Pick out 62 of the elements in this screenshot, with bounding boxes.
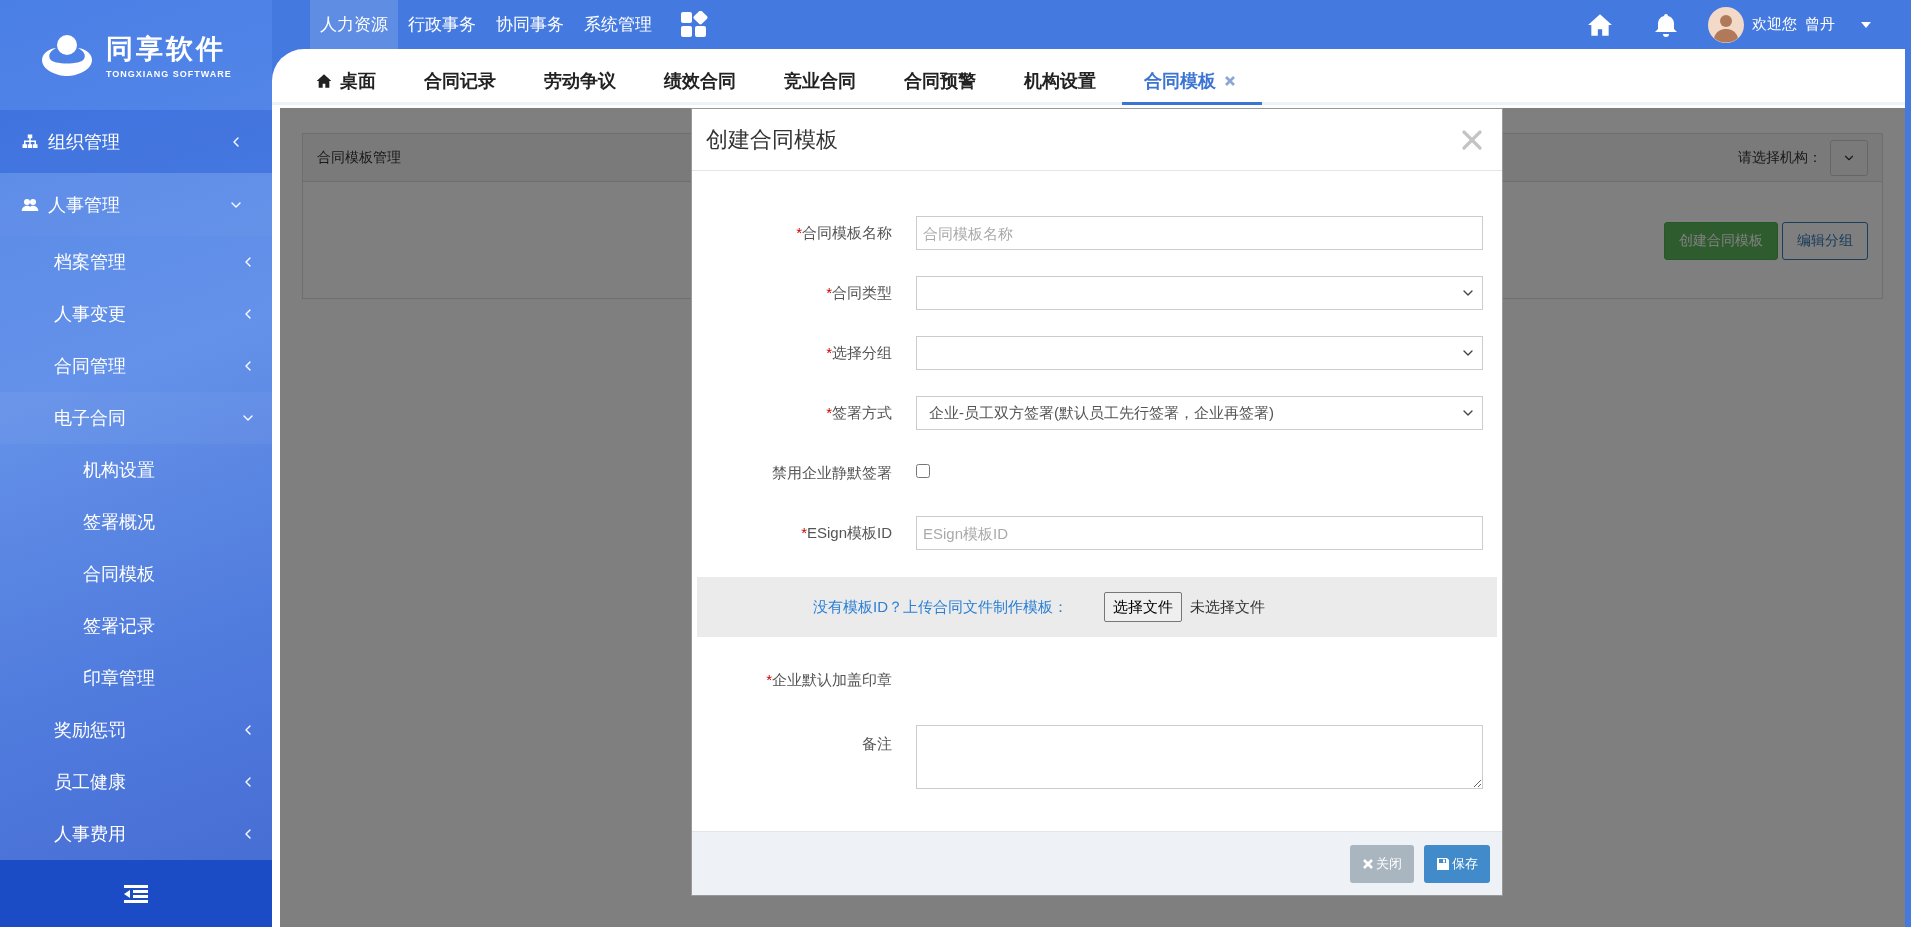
avatar (1708, 6, 1744, 43)
checkbox[interactable] (916, 464, 930, 478)
top-nav-item[interactable]: 系统管理 (574, 0, 662, 49)
sidebar-subitem[interactable]: 合同管理 (0, 340, 272, 392)
select-field[interactable] (916, 336, 1483, 370)
collapse-menu-icon (124, 883, 148, 904)
tab[interactable]: 竞业合同 (762, 52, 882, 105)
org-chart-icon (20, 132, 40, 151)
tab[interactable]: 绩效合同 (642, 52, 762, 105)
x-icon (1362, 857, 1374, 870)
home-icon (316, 73, 332, 89)
logo-name: 同享软件 (106, 33, 227, 66)
sidebar-leaf-item[interactable]: 机构设置 (0, 444, 272, 496)
sidebar-leaf-item[interactable]: 签署记录 (0, 600, 272, 652)
sidebar-subitem[interactable]: 员工健康 (0, 756, 272, 808)
bell-icon (1654, 11, 1678, 38)
sidebar-subitem[interactable]: 奖励惩罚 (0, 704, 272, 756)
panel-title: 合同模板管理 (317, 148, 402, 167)
tab[interactable]: 劳动争议 (522, 52, 642, 105)
tab[interactable]: 合同记录 (402, 52, 522, 105)
sidebar-leaf-item[interactable]: 印章管理 (0, 652, 272, 704)
sidebar-subitem[interactable]: 档案管理 (0, 236, 272, 288)
upload-link[interactable]: 没有模板ID？上传合同文件制作模板： (813, 597, 1068, 617)
field-label: *企业默认加盖印章 (765, 670, 892, 690)
save-button[interactable]: 保存 (1424, 844, 1490, 883)
select-field[interactable]: 企业-员工双方签署(默认员工先行签署，企业再签署) (916, 396, 1483, 430)
sidebar-leaf-item[interactable]: 签署概况 (0, 496, 272, 548)
field-label: 禁用企业静默签署 (771, 463, 892, 483)
field-label: *合同类型 (825, 283, 892, 303)
logo-subtitle: TONGXIANG SOFTWARE (106, 69, 232, 79)
field-label: *ESign模板ID (800, 523, 892, 543)
text-field[interactable]: 合同模板名称 (916, 216, 1483, 250)
choose-file-button[interactable]: 选择文件 (1104, 592, 1182, 622)
top-nav-item[interactable]: 协同事务 (486, 0, 574, 49)
sidebar-item[interactable]: 组织管理 (0, 110, 272, 173)
sidebar-subitem[interactable]: 人事变更 (0, 288, 272, 340)
file-status: 未选择文件 (1190, 597, 1265, 617)
field-label: 备注 (861, 734, 892, 754)
sidebar-item[interactable]: 人事管理 (0, 173, 272, 236)
caret-icon (1861, 21, 1871, 28)
org-label: 请选择机构： (1738, 148, 1822, 167)
text-field[interactable]: ESign模板ID (916, 516, 1483, 550)
top-nav-item[interactable]: 人力资源 (310, 0, 398, 49)
field-label: *签署方式 (825, 403, 892, 423)
tab[interactable]: 机构设置 (1002, 52, 1122, 105)
user-name[interactable]: 曾丹 (1805, 15, 1835, 34)
org-select[interactable] (1830, 139, 1868, 176)
sidebar-subitem[interactable]: 人事费用 (0, 808, 272, 860)
modal-title: 创建合同模板 (706, 125, 838, 154)
close-icon[interactable] (1224, 75, 1236, 87)
field-label: *合同模板名称 (795, 223, 892, 243)
tab[interactable]: 桌面 (294, 52, 402, 105)
welcome-text: 欢迎您 (1752, 15, 1797, 34)
select-field[interactable] (916, 276, 1483, 310)
sidebar-leaf-item[interactable]: 合同模板 (0, 548, 272, 600)
remarks-field[interactable] (916, 725, 1483, 789)
tab[interactable]: 合同预警 (882, 52, 1002, 105)
apps-grid-icon (680, 10, 708, 39)
top-nav-item[interactable]: 行政事务 (398, 0, 486, 49)
sidebar-subitem[interactable]: 电子合同 (0, 392, 272, 444)
field-label: *选择分组 (825, 343, 892, 363)
edit-group-button[interactable]: 编辑分组 (1782, 222, 1868, 260)
